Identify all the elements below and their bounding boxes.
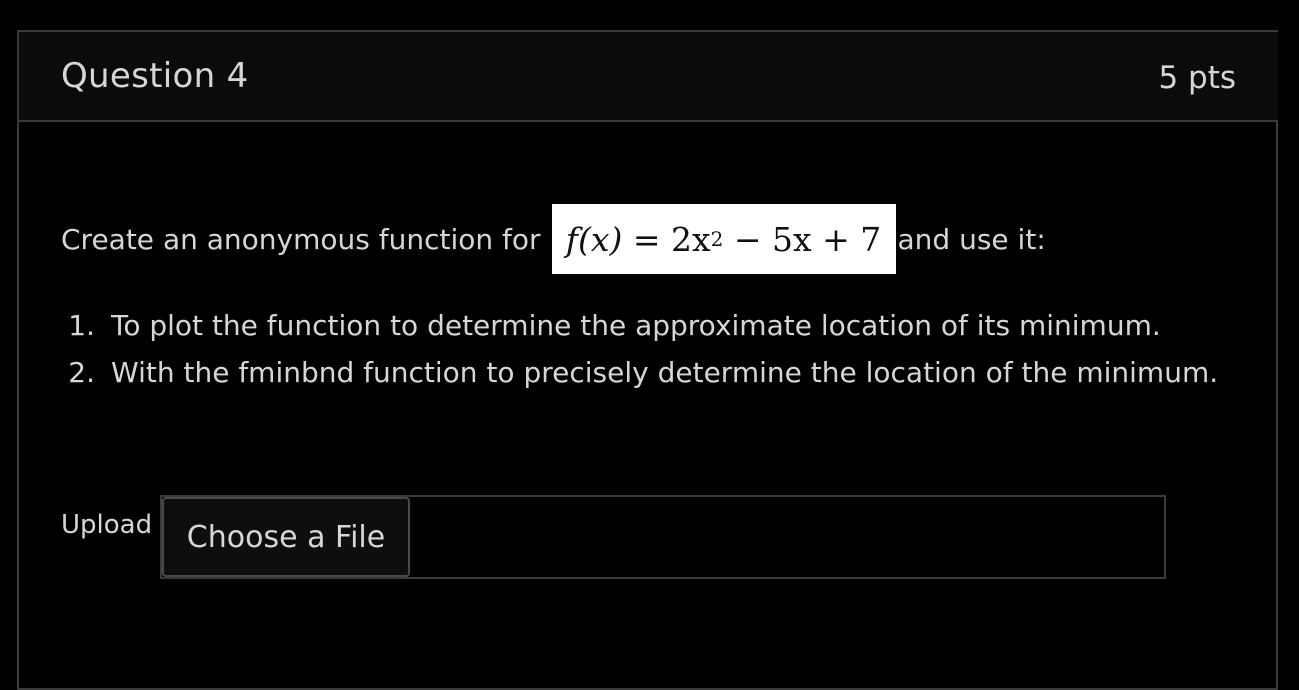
list-item-text: To plot the function to determine the ap…	[111, 309, 1161, 342]
formula-lhs: f(x)	[565, 219, 623, 259]
question-header: Question 4 5 pts	[19, 32, 1278, 122]
formula-image: f(x) = 2x 2 − 5x + 7	[551, 204, 896, 274]
question-card: Question 4 5 pts Create an anonymous fun…	[17, 30, 1278, 690]
formula-exponent: 2	[710, 227, 724, 251]
formula-rest: − 5x + 7	[733, 219, 882, 259]
list-item-number: 1.	[68, 309, 95, 342]
formula-equals: =	[632, 219, 661, 259]
question-prompt: Create an anonymous function for f(x) = …	[61, 203, 1046, 275]
upload-label: Upload	[61, 510, 153, 540]
prompt-text-before: Create an anonymous function for	[61, 222, 541, 256]
choose-file-button[interactable]: Choose a File	[162, 497, 410, 577]
list-item: 1. To plot the function to determine the …	[61, 302, 1218, 349]
prompt-text-after: and use it:	[897, 222, 1046, 256]
question-points: 5 pts	[1158, 60, 1236, 96]
list-item: 2. With the fminbnd function to precisely…	[61, 349, 1218, 396]
formula-coefficient: 2x	[671, 219, 711, 259]
list-item-number: 2.	[68, 356, 95, 389]
question-title: Question 4	[61, 56, 249, 96]
steps-list: 1. To plot the function to determine the …	[61, 302, 1218, 396]
list-item-text: With the fminbnd function to precisely d…	[111, 356, 1219, 389]
file-upload-field[interactable]: Choose a File	[160, 495, 1166, 579]
